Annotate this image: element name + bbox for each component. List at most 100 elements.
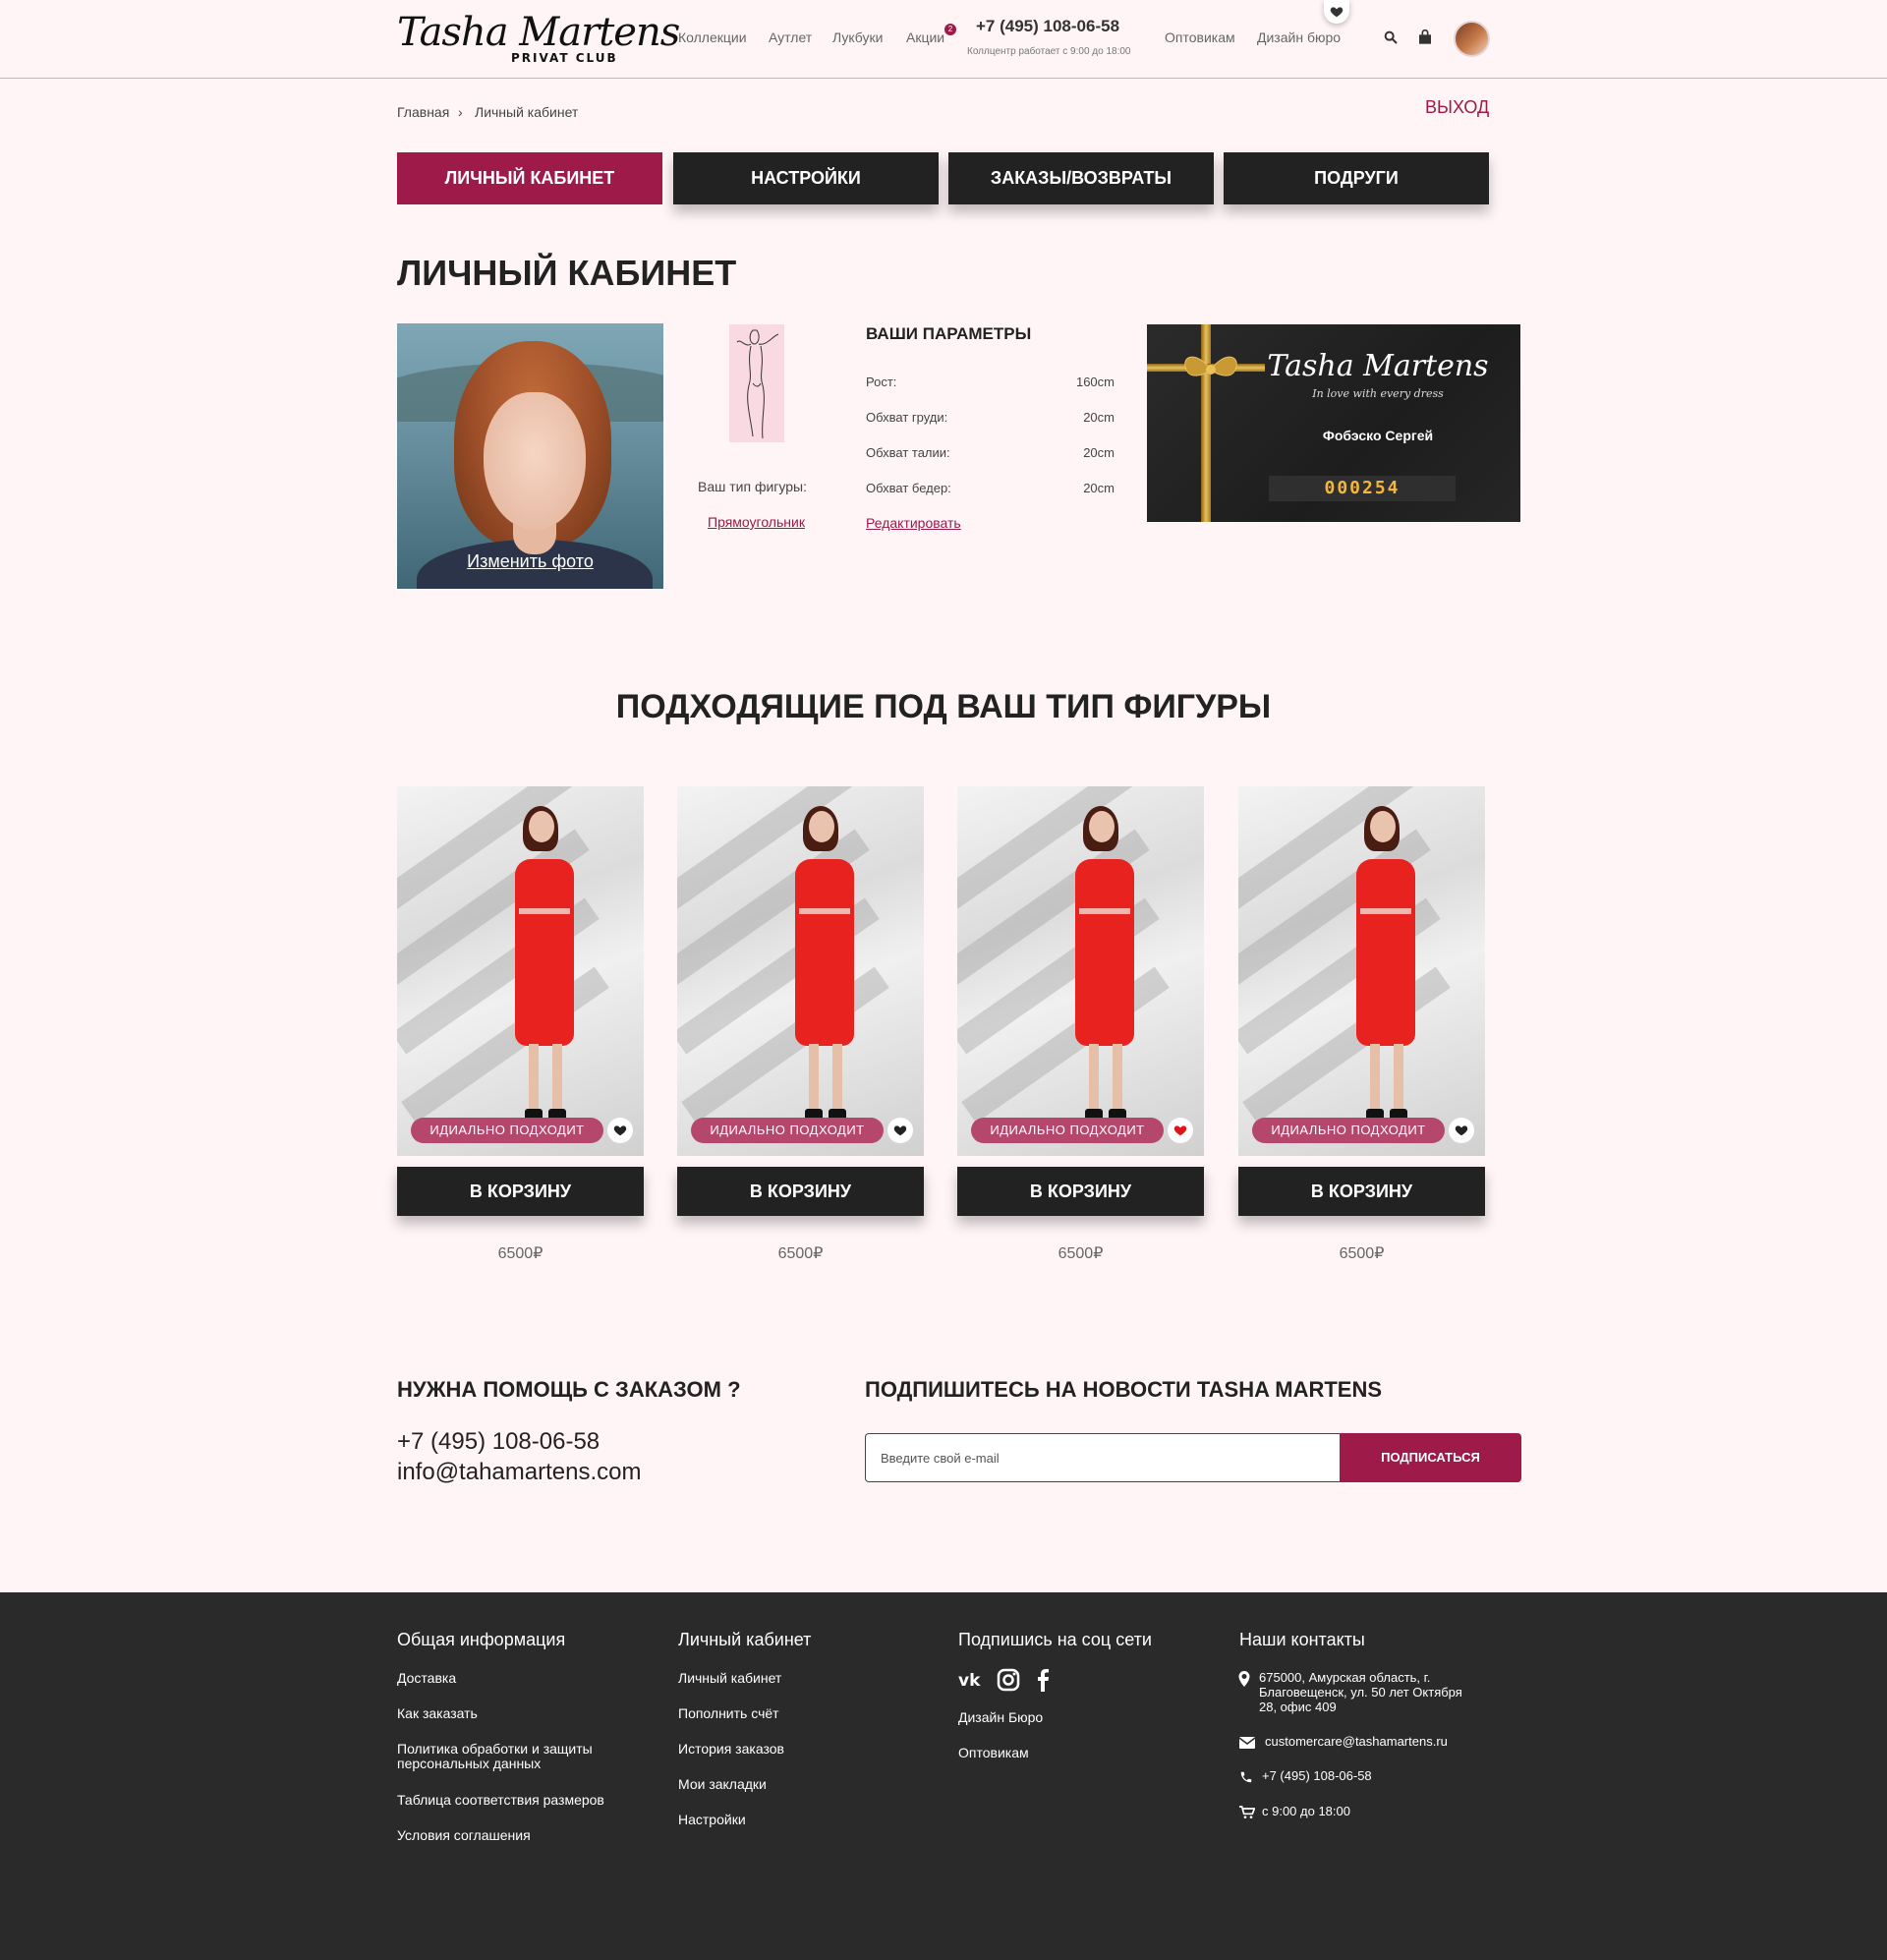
param-chest-value: 20cm [1083,410,1115,425]
help-phone[interactable]: +7 (495) 108-06-58 [397,1428,600,1456]
svg-text:vk: vk [958,1671,981,1691]
footer-link-wholesale[interactable]: Оптовикам [958,1745,1029,1760]
breadcrumb-home[interactable]: Главная [397,104,449,120]
nav-collections[interactable]: Коллекции [678,29,747,45]
add-to-cart-button[interactable]: В КОРЗИНУ [957,1167,1204,1216]
logo[interactable]: Tasha Martens PRIVAT CLUB [397,10,680,67]
breadcrumb-separator: › [458,104,463,120]
product-image[interactable]: ИДИАЛЬНО ПОДХОДИТ [397,786,644,1156]
footer-address-line2: Благовещенск, ул. 50 лет Октября [1259,1685,1462,1700]
product-image[interactable]: ИДИАЛЬНО ПОДХОДИТ [677,786,924,1156]
header-phone[interactable]: +7 (495) 108-06-58 [976,17,1119,36]
param-height-value: 160cm [1075,375,1115,389]
perfect-fit-badge: ИДИАЛЬНО ПОДХОДИТ [691,1118,884,1143]
footer-link-design-bureau[interactable]: Дизайн Бюро [958,1709,1043,1725]
breadcrumb-current: Личный кабинет [475,104,579,120]
add-to-cart-button[interactable]: В КОРЗИНУ [1238,1167,1485,1216]
favorite-heart-icon[interactable] [1449,1118,1474,1143]
tab-account[interactable]: ЛИЧНЫЙ КАБИНЕТ [397,152,662,204]
product-image[interactable]: ИДИАЛЬНО ПОДХОДИТ [1238,786,1485,1156]
instagram-icon[interactable] [996,1667,1021,1693]
footer-link-topup[interactable]: Пополнить счёт [678,1705,779,1721]
footer-hours: с 9:00 до 18:00 [1262,1804,1350,1818]
param-hips-value: 20cm [1083,481,1115,495]
callcenter-hours: Коллцентр работает с 9:00 до 18:00 [967,46,1131,57]
footer-col3-title: Подпишись на соц сети [958,1630,1152,1649]
footer-col1-title: Общая информация [397,1630,566,1649]
favorite-heart-icon[interactable] [1168,1118,1193,1143]
nav-outlet[interactable]: Аутлет [769,29,812,45]
edit-params-link[interactable]: Редактировать [866,515,961,531]
subscribe-button[interactable]: ПОДПИСАТЬСЯ [1340,1433,1521,1482]
footer-address-line3: 28, офис 409 [1259,1700,1337,1714]
logout-link[interactable]: ВЫХОД [1425,97,1489,118]
card-tagline: In love with every dress [1312,387,1444,400]
perfect-fit-badge: ИДИАЛЬНО ПОДХОДИТ [971,1118,1164,1143]
footer-link-order-history[interactable]: История заказов [678,1741,784,1757]
footer-link-size-chart[interactable]: Таблица соответствия размеров [397,1792,604,1808]
footer-email[interactable]: customercare@tashamartens.ru [1265,1734,1448,1750]
product-card[interactable]: ИДИАЛЬНО ПОДХОДИТ В КОРЗИНУ 6500₽ [957,786,1204,1263]
product-price: 6500₽ [777,1245,824,1262]
tab-orders-returns[interactable]: ЗАКАЗЫ/ВОЗВРАТЫ [948,152,1214,204]
favorites-heart-icon[interactable] [1324,0,1349,24]
figure-type-label: Ваш тип фигуры: [698,479,807,494]
footer-link-account[interactable]: Личный кабинет [678,1670,781,1686]
cart-icon [1239,1806,1256,1821]
card-brand: Tasha Martens [1267,349,1489,383]
change-photo-link[interactable]: Изменить фото [397,551,663,572]
figure-type-link[interactable]: Прямоугольник [708,514,805,530]
help-email[interactable]: info@tahamartens.com [397,1459,641,1486]
club-card: Tasha Martens In love with every dress Ф… [1147,324,1520,522]
footer-link-delivery[interactable]: Доставка [397,1670,456,1686]
footer-link-privacy-line2[interactable]: персональных данных [397,1756,541,1771]
nav-wholesale[interactable]: Оптовикам [1165,29,1235,45]
add-to-cart-button[interactable]: В КОРЗИНУ [397,1167,644,1216]
page-title: ЛИЧНЫЙ КАБИНЕТ [397,253,737,293]
footer-link-settings[interactable]: Настройки [678,1812,746,1827]
param-waist-value: 20cm [1083,445,1115,460]
footer-phone[interactable]: +7 (495) 108-06-58 [1262,1768,1372,1784]
nav-promotions[interactable]: Акции [906,29,944,45]
perfect-fit-badge: ИДИАЛЬНО ПОДХОДИТ [411,1118,603,1143]
product-price: 6500₽ [1058,1245,1104,1262]
footer-link-how-to-order[interactable]: Как заказать [397,1705,478,1721]
facebook-icon[interactable] [1030,1667,1056,1693]
mail-icon [1238,1736,1256,1752]
logo-subtitle: PRIVAT CLUB [511,51,618,65]
bag-icon[interactable] [1417,29,1435,47]
nav-design-bureau[interactable]: Дизайн бюро [1257,29,1341,45]
bow-graphic [1184,356,1237,376]
footer-link-bookmarks[interactable]: Мои закладки [678,1776,767,1792]
search-icon[interactable] [1383,29,1401,47]
tab-friends[interactable]: ПОДРУГИ [1224,152,1489,204]
product-image[interactable]: ИДИАЛЬНО ПОДХОДИТ [957,786,1204,1156]
params-title: ВАШИ ПАРАМЕТРЫ [866,324,1032,343]
product-card[interactable]: ИДИАЛЬНО ПОДХОДИТ В КОРЗИНУ 6500₽ [1238,786,1485,1263]
footer-address-line1: 675000, Амурская область, г. [1259,1670,1431,1685]
card-holder-name: Фобэско Сергей [1322,428,1434,443]
figure-type-illustration [729,324,784,442]
email-input[interactable] [865,1433,1341,1482]
nav-lookbooks[interactable]: Лукбуки [832,29,883,45]
vk-icon[interactable]: vk [958,1667,984,1693]
phone-icon [1239,1770,1255,1786]
footer-col2-title: Личный кабинет [678,1630,812,1649]
site-footer: Общая информация Доставка Как заказать П… [0,1592,1887,1960]
footer-link-privacy[interactable]: Политика обработки и защиты [397,1741,593,1757]
promotions-count-badge: 2 [944,24,956,35]
footer-link-terms[interactable]: Условия соглашения [397,1827,531,1843]
user-avatar[interactable] [1454,21,1490,57]
footer-col4-title: Наши контакты [1239,1630,1365,1649]
add-to-cart-button[interactable]: В КОРЗИНУ [677,1167,924,1216]
param-waist-label: Обхват талии: [866,445,950,460]
favorite-heart-icon[interactable] [607,1118,633,1143]
help-title: НУЖНА ПОМОЩЬ С ЗАКАЗОМ ? [397,1377,741,1402]
favorite-heart-icon[interactable] [887,1118,913,1143]
product-card[interactable]: ИДИАЛЬНО ПОДХОДИТ В КОРЗИНУ 6500₽ [677,786,924,1263]
perfect-fit-badge: ИДИАЛЬНО ПОДХОДИТ [1252,1118,1445,1143]
tab-settings[interactable]: НАСТРОЙКИ [673,152,939,204]
param-chest-label: Обхват груди: [866,410,948,425]
card-number: 000254 [1269,476,1456,501]
product-card[interactable]: ИДИАЛЬНО ПОДХОДИТ В КОРЗИНУ 6500₽ [397,786,644,1263]
